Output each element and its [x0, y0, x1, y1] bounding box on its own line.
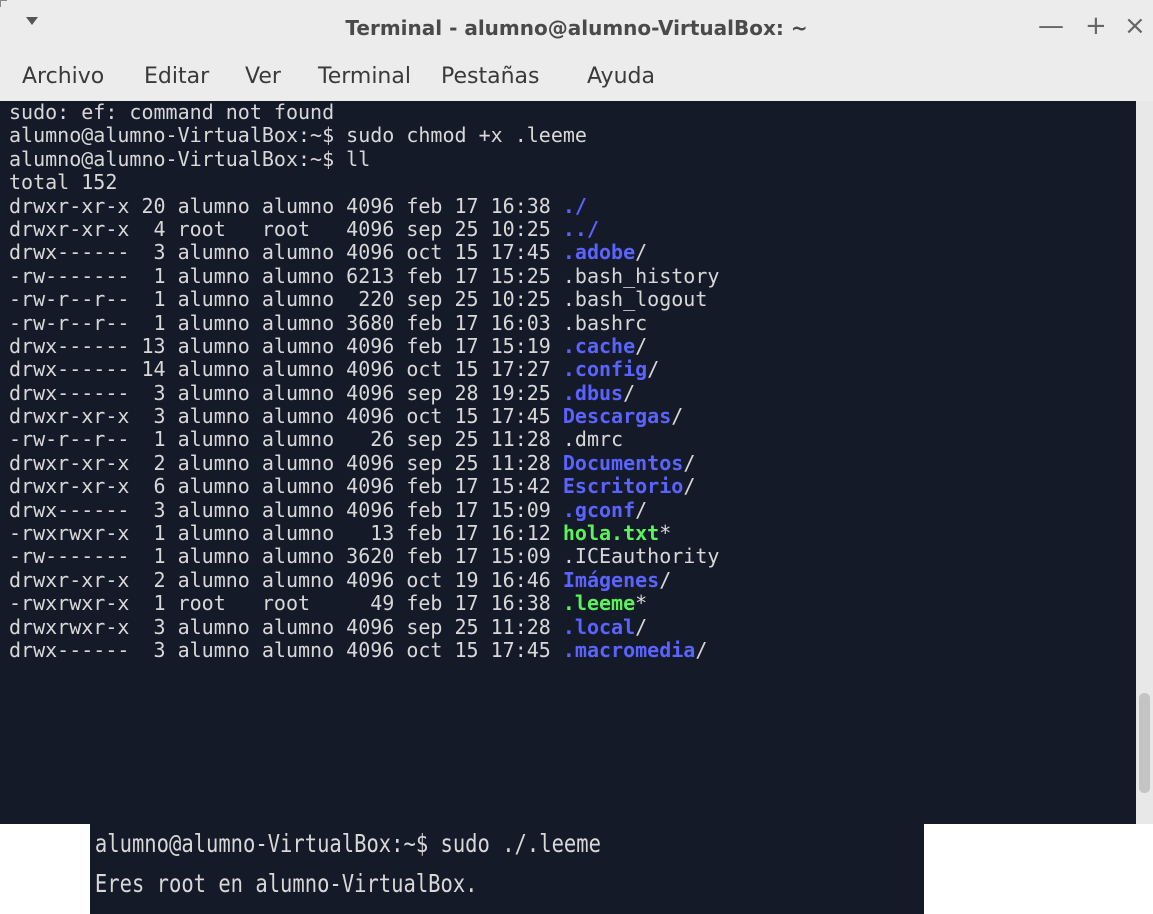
listing-attributes: drwxr-xr-x 4 root root 4096 sep 25 10:25: [9, 216, 563, 241]
listing-filename: .bash_logout: [562, 287, 708, 312]
listing-attributes: -rw------- 1 alumno alumno 3620 feb 17 1…: [9, 544, 563, 569]
terminal-line: drwxr-xr-x 6 alumno alumno 4096 feb 17 1…: [0, 475, 1136, 498]
terminal-line: alumno@alumno-VirtualBox:~$ ll: [9, 146, 371, 171]
terminal-line: -rw-r--r-- 1 alumno alumno 220 sep 25 10…: [0, 287, 1136, 312]
listing-type-suffix: /: [635, 333, 648, 358]
inset-terminal-snippet: alumno@alumno-VirtualBox:~$ sudo ./.leem…: [87, 824, 924, 914]
terminal-line: drwxr-xr-x 4 root root 4096 sep 25 10:25…: [0, 216, 1136, 241]
listing-filename: Escritorio: [562, 474, 684, 499]
listing-filename: .bashrc: [562, 310, 648, 335]
menu-editar[interactable]: Editar: [144, 64, 209, 89]
menu-ver[interactable]: Ver: [245, 64, 281, 89]
listing-filename: .leeme: [562, 591, 636, 616]
listing-filename: Descargas: [562, 404, 672, 429]
listing-attributes: -rw------- 1 alumno alumno 6213 feb 17 1…: [9, 263, 563, 288]
listing-type-suffix: *: [659, 521, 672, 546]
listing-filename: .dmrc: [562, 427, 624, 452]
terminal-line: -rw-r--r-- 1 alumno alumno 3680 feb 17 1…: [0, 310, 1136, 335]
menu-pestanas[interactable]: Pestañas: [441, 64, 539, 89]
listing-filename: hola.txt: [562, 521, 660, 546]
listing-attributes: -rwxrwxr-x 1 alumno alumno 13 feb 17 16:…: [9, 521, 563, 546]
menu-terminal[interactable]: Terminal: [318, 64, 411, 89]
listing-attributes: -rwxrwxr-x 1 root root 49 feb 17 16:38: [9, 591, 563, 616]
listing-filename: ./: [562, 193, 587, 218]
terminal-line: alumno@alumno-VirtualBox:~$ sudo chmod +…: [9, 123, 587, 148]
listing-attributes: drwxrwxr-x 3 alumno alumno 4096 sep 25 1…: [9, 614, 563, 639]
listing-type-suffix: /: [683, 450, 696, 475]
listing-filename: .ICEauthority: [562, 544, 720, 569]
terminal-line: drwxr-xr-x 20 alumno alumno 4096 feb 17 …: [0, 193, 1136, 218]
menu-archivo[interactable]: Archivo: [22, 64, 104, 89]
scrollbar[interactable]: [1136, 101, 1153, 824]
terminal-line: -rw-r--r-- 1 alumno alumno 26 sep 25 11:…: [0, 428, 1136, 451]
terminal-line: drwx------ 3 alumno alumno 4096 oct 15 1…: [0, 241, 1136, 264]
menu-ayuda[interactable]: Ayuda: [587, 64, 655, 89]
listing-filename: .config: [562, 357, 648, 382]
listing-attributes: drwx------ 3 alumno alumno 4096 feb 17 1…: [9, 497, 563, 522]
listing-attributes: drwxr-xr-x 2 alumno alumno 4096 oct 19 1…: [9, 567, 563, 592]
terminal-line: drwx------ 13 alumno alumno 4096 feb 17 …: [0, 333, 1136, 358]
listing-filename: .macromedia: [562, 637, 696, 662]
listing-attributes: drwx------ 3 alumno alumno 4096 oct 15 1…: [9, 637, 563, 662]
listing-filename: .dbus: [562, 380, 624, 405]
listing-filename: .gconf: [562, 497, 636, 522]
listing-type-suffix: /: [659, 567, 672, 592]
listing-attributes: -rw-r--r-- 1 alumno alumno 220 sep 25 10…: [9, 287, 563, 312]
title-bar[interactable]: Terminal - alumno@alumno-VirtualBox: ~ —…: [0, 0, 1153, 58]
terminal-line: drwxr-xr-x 2 alumno alumno 4096 oct 19 1…: [0, 567, 1136, 592]
listing-filename: .bash_history: [562, 263, 720, 288]
scroll-thumb[interactable]: [1139, 693, 1150, 793]
listing-filename: ../: [562, 216, 600, 241]
listing-type-suffix: /: [647, 357, 660, 382]
menu-bar: Archivo Editar Ver Terminal Pestañas Ayu…: [0, 58, 1153, 99]
terminal-line: drwx------ 14 alumno alumno 4096 oct 15 …: [0, 358, 1136, 381]
close-button[interactable]: ×: [1124, 12, 1146, 40]
listing-attributes: -rw-r--r-- 1 alumno alumno 3680 feb 17 1…: [9, 310, 563, 335]
terminal-line: -rw------- 1 alumno alumno 3620 feb 17 1…: [0, 545, 1136, 568]
listing-type-suffix: /: [635, 614, 648, 639]
listing-type-suffix: /: [671, 404, 684, 429]
inset-output-line: Eres root en alumno-VirtualBox.: [94, 869, 478, 898]
terminal-line: -rwxrwxr-x 1 root root 49 feb 17 16:38 .…: [0, 592, 1136, 615]
terminal-line: sudo: ef: command not found: [9, 101, 335, 124]
listing-attributes: drwxr-xr-x 3 alumno alumno 4096 oct 15 1…: [9, 404, 563, 429]
terminal-line: drwxr-xr-x 2 alumno alumno 4096 sep 25 1…: [0, 450, 1136, 475]
listing-attributes: drwxr-xr-x 20 alumno alumno 4096 feb 17 …: [9, 193, 563, 218]
terminal-line: drwxr-xr-x 3 alumno alumno 4096 oct 15 1…: [0, 404, 1136, 429]
listing-filename: .adobe: [562, 240, 636, 265]
terminal-line: -rwxrwxr-x 1 alumno alumno 13 feb 17 16:…: [0, 521, 1136, 546]
inset-command-line: alumno@alumno-VirtualBox:~$ sudo ./.leem…: [94, 829, 601, 858]
listing-attributes: drwx------ 14 alumno alumno 4096 oct 15 …: [9, 357, 563, 382]
listing-filename: Documentos: [562, 450, 684, 475]
maximize-button[interactable]: +: [1085, 12, 1107, 40]
terminal-line: drwx------ 3 alumno alumno 4096 feb 17 1…: [0, 497, 1136, 522]
window-corner: [0, 0, 7, 7]
listing-type-suffix: /: [635, 497, 648, 522]
listing-type-suffix: /: [635, 240, 648, 265]
listing-attributes: drwx------ 3 alumno alumno 4096 oct 15 1…: [9, 240, 563, 265]
window-title: Terminal - alumno@alumno-VirtualBox: ~: [345, 16, 808, 40]
listing-type-suffix: *: [635, 591, 648, 616]
listing-type-suffix: /: [695, 637, 708, 662]
terminal-output[interactable]: sudo: ef: command not found alumno@alumno…: [0, 101, 1136, 824]
listing-attributes: drwx------ 3 alumno alumno 4096 sep 28 1…: [9, 380, 563, 405]
minimize-button[interactable]: —: [1038, 12, 1064, 40]
listing-filename: .local: [562, 614, 636, 639]
listing-attributes: drwxr-xr-x 6 alumno alumno 4096 feb 17 1…: [9, 474, 563, 499]
listing-type-suffix: /: [683, 474, 696, 499]
terminal-line: drwx------ 3 alumno alumno 4096 oct 15 1…: [0, 637, 1136, 662]
listing-attributes: drwxr-xr-x 2 alumno alumno 4096 sep 25 1…: [9, 450, 563, 475]
terminal-line: drwxrwxr-x 3 alumno alumno 4096 sep 25 1…: [0, 614, 1136, 639]
terminal-line: drwx------ 3 alumno alumno 4096 sep 28 1…: [0, 380, 1136, 405]
terminal-line: total 152: [9, 170, 118, 195]
listing-attributes: -rw-r--r-- 1 alumno alumno 26 sep 25 11:…: [9, 427, 563, 452]
listing-filename: Imágenes: [562, 567, 660, 592]
listing-filename: .cache: [562, 333, 636, 358]
listing-type-suffix: /: [623, 380, 636, 405]
terminal-line: -rw------- 1 alumno alumno 6213 feb 17 1…: [0, 263, 1136, 288]
listing-attributes: drwx------ 13 alumno alumno 4096 feb 17 …: [9, 333, 563, 358]
